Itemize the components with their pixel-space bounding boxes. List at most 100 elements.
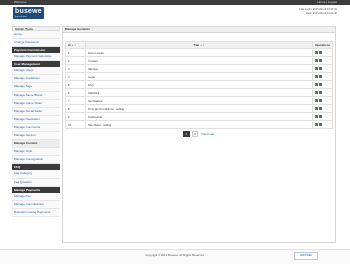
row-operations: [312, 56, 333, 65]
table-row: 1 How it works: [65, 48, 333, 57]
sidebar-item[interactable]: Faq Question: [12, 178, 60, 187]
delete-icon[interactable]: [319, 123, 323, 127]
next-last-links[interactable]: Next Last: [200, 132, 216, 136]
row-id: 4: [65, 72, 86, 81]
row-operations: [312, 88, 333, 97]
row-title: Site Rules - selling: [84, 120, 314, 129]
row-title: Contact: [84, 56, 314, 65]
row-title: Get Started: [84, 96, 314, 105]
table-row: 3 Sitemap: [65, 64, 333, 73]
sidebar-item[interactable]: Manage Commissions: [12, 200, 60, 209]
row-title: Legal: [84, 72, 314, 81]
sidebar-item[interactable]: Manage Home Slider: [12, 99, 60, 108]
delete-icon[interactable]: [319, 115, 323, 119]
pagination: 1 2 Next Last: [183, 131, 217, 137]
panel-title: Manage Contents: [63, 27, 335, 33]
row-id: 2: [65, 56, 86, 65]
row-id: 3: [65, 64, 86, 73]
row-title: FAQ: [84, 80, 314, 89]
table-row: 5 FAQ: [65, 80, 333, 89]
delete-icon[interactable]: [319, 83, 323, 87]
logo-text: busewe: [15, 8, 42, 15]
page-1[interactable]: 1: [183, 131, 190, 137]
row-operations: [312, 80, 333, 89]
edit-icon[interactable]: [315, 91, 319, 95]
edit-icon[interactable]: [315, 99, 319, 103]
row-operations: [312, 48, 333, 57]
table-row: 8 Term and Conditions - selling: [65, 104, 333, 113]
row-operations: [312, 72, 333, 81]
edit-icon[interactable]: [315, 59, 319, 63]
sidebar: Admin Tools Home Change Password Payment C…: [12, 26, 60, 217]
main-panel: Manage Contents Id ▲▼ Title ▲▼ Operation…: [62, 26, 336, 243]
sidebar-item[interactable]: Manage Fee: [12, 192, 60, 201]
sidebar-item[interactable]: Busewe's Listing Payments: [12, 208, 60, 217]
table-row: 4 Legal: [65, 72, 333, 81]
table-header-row: Id ▲▼ Title ▲▼ Operations: [65, 41, 333, 49]
table-row: 10 Site Rules - selling: [65, 120, 333, 129]
sidebar-item[interactable]: Manage Style: [12, 148, 60, 157]
table-row: 2 Contact: [65, 56, 333, 65]
edit-icon[interactable]: [315, 75, 319, 79]
sidebar-item[interactable]: Faq Category: [12, 170, 60, 179]
row-id: 6: [65, 88, 86, 97]
row-title: Statistics: [84, 88, 314, 97]
sidebar-item[interactable]: Manage Auction: [12, 132, 60, 141]
delete-icon[interactable]: [319, 91, 323, 95]
row-id: 7: [65, 96, 86, 105]
col-title[interactable]: Title ▲▼: [84, 41, 314, 49]
row-title: Term and Conditions - selling: [84, 104, 314, 113]
edit-icon[interactable]: [315, 83, 319, 87]
delete-icon[interactable]: [319, 99, 323, 103]
row-title: How it works: [84, 48, 314, 57]
delete-icon[interactable]: [319, 67, 323, 71]
sidebar-item[interactable]: Manage Guidelines: [12, 75, 60, 84]
row-title: Testimonial: [84, 112, 314, 121]
certified-badge: CERTIFIED: [294, 252, 318, 260]
row-title: Sitemap: [84, 64, 314, 73]
table-row: 6 Statistics: [65, 88, 333, 97]
row-operations: [312, 64, 333, 73]
edit-icon[interactable]: [315, 51, 319, 55]
top-links[interactable]: Home | Logout: [317, 0, 337, 5]
row-id: 1: [65, 48, 86, 57]
edit-icon[interactable]: [315, 123, 319, 127]
edit-icon[interactable]: [315, 67, 319, 71]
col-operations: Operations: [312, 41, 333, 49]
page-2[interactable]: 2: [191, 131, 199, 137]
footer: Copyright © 2015 Busewe. All Rights Rese…: [0, 249, 350, 264]
sidebar-item[interactable]: Manage Social Seller: [12, 107, 60, 116]
site-logo[interactable]: busewe buy sell wear: [13, 7, 44, 19]
sidebar-item[interactable]: Manage Tags: [12, 83, 60, 92]
sidebar-item[interactable]: Manage Same Brand: [12, 91, 60, 100]
row-id: 9: [65, 112, 86, 121]
table-row: 7 Get Started: [65, 96, 333, 105]
sidebar-item[interactable]: Manage Consignation: [12, 156, 60, 165]
welcome-text: Welcome: [14, 0, 27, 4]
delete-icon[interactable]: [319, 75, 323, 79]
edit-icon[interactable]: [315, 115, 319, 119]
row-operations: [312, 96, 333, 105]
sidebar-item[interactable]: Home: [12, 31, 60, 40]
logo-tagline: buy sell wear: [15, 16, 27, 18]
delete-icon[interactable]: [319, 51, 323, 55]
delete-icon[interactable]: [319, 107, 323, 111]
login-info: Last Login: 2015-08-23 16:37:31 Date: 20…: [300, 8, 338, 16]
col-id[interactable]: Id ▲▼: [65, 41, 86, 49]
sidebar-item[interactable]: Change Password: [12, 39, 60, 48]
row-id: 5: [65, 80, 86, 89]
edit-icon[interactable]: [315, 107, 319, 111]
content-table: Id ▲▼ Title ▲▼ Operations 1 How it works 2…: [65, 41, 333, 129]
sidebar-item[interactable]: Manage Comments: [12, 123, 60, 133]
row-id: 8: [65, 104, 86, 113]
sidebar-item[interactable]: Manage Newsletter: [12, 115, 60, 124]
top-bar: Welcome Home | Logout: [0, 0, 350, 5]
sidebar-item[interactable]: Manage Payment Gateways: [12, 53, 60, 62]
table-row: 9 Testimonial: [65, 112, 333, 121]
sidebar-item[interactable]: Manage Content: [12, 140, 60, 149]
row-operations: [312, 104, 333, 113]
sidebar-item[interactable]: Manage Users: [12, 67, 60, 76]
row-id: 10: [65, 120, 86, 129]
delete-icon[interactable]: [319, 59, 323, 63]
row-operations: [312, 112, 333, 121]
